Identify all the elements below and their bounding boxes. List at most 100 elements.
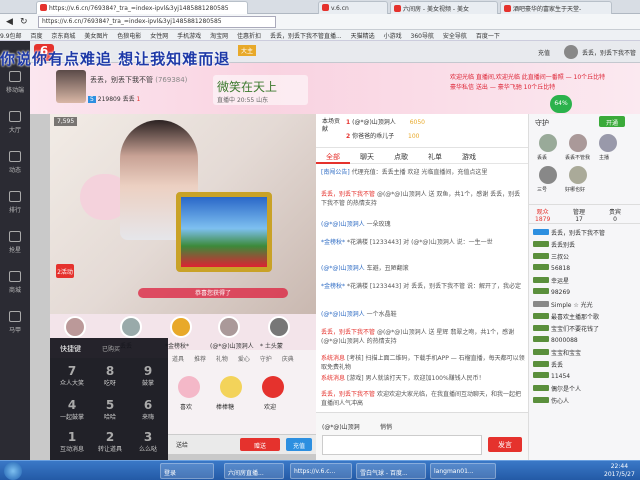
taskbar-item[interactable]: 六间房直播... (224, 463, 284, 479)
chat-input[interactable] (322, 435, 482, 455)
header-link[interactable]: 充值 (538, 48, 550, 57)
host-avatar[interactable] (56, 70, 86, 103)
nav-shop[interactable]: 商城 (0, 265, 30, 305)
open-guard-button[interactable]: 开通 (599, 116, 625, 127)
bookmark-item[interactable]: 淘宝网 (210, 33, 228, 40)
user-avatar[interactable] (564, 45, 578, 59)
audience-row[interactable]: 最喜欢主播那个歌 (533, 312, 637, 322)
lollipop-gift-icon[interactable] (220, 376, 242, 398)
audience-row[interactable]: 伤心人 (533, 396, 637, 406)
nav-star[interactable]: 抢星 (0, 225, 30, 265)
quick-key[interactable]: 9 鼓掌 (134, 364, 162, 394)
tab-admins[interactable]: 管理 17 (573, 207, 585, 223)
audience-row[interactable]: 56818 (533, 264, 637, 274)
chat-target-select[interactable]: (@*@)山顶洞 (322, 422, 360, 431)
taskbar-item[interactable]: 雪白气球 - 百度... (356, 463, 426, 479)
quick-key[interactable]: 1 互动消息 (58, 430, 86, 460)
gift-tab[interactable]: 礼物 (216, 356, 228, 363)
url-input[interactable]: https://v.6.cn/769384?_tra_=index-ipvl&3… (38, 16, 276, 28)
activity-badge[interactable]: 2活动 (56, 264, 74, 278)
nav-rank[interactable]: 排行 (0, 185, 30, 225)
taskbar-item[interactable]: 登录 (160, 463, 214, 479)
bookmark-item[interactable]: 京东商城 (51, 33, 75, 40)
audience-row[interactable]: 11454 (533, 372, 637, 382)
tab-games[interactable]: 游戏 (452, 148, 486, 162)
audience-row[interactable]: 丢丢 (533, 360, 637, 370)
audience-row[interactable]: 丢丢别丢 (533, 240, 637, 250)
welcome-gift-icon[interactable] (262, 376, 284, 398)
bookmark-item[interactable]: 百度一下 (476, 33, 500, 40)
tab-gifts[interactable]: 礼单 (418, 148, 452, 162)
bookmark-item[interactable]: 佳惠折扣 (237, 33, 261, 40)
bookmark-item[interactable]: 美女图片 (84, 33, 108, 40)
send-gift-button[interactable]: 赠送 (240, 438, 280, 451)
avatar[interactable] (64, 316, 86, 338)
nav-vest[interactable]: 马甲 (0, 305, 30, 345)
quick-key[interactable]: 7 众人大笑 (58, 364, 86, 394)
system-clock[interactable]: 22:44 2017/5/27 (604, 463, 635, 479)
quick-key[interactable]: 8 吃呀 (96, 364, 124, 394)
tab-chat[interactable]: 聊天 (350, 148, 384, 162)
avatar[interactable] (569, 166, 587, 184)
audience-row[interactable]: Simple ☆ 光光 (533, 300, 637, 310)
tab-viewers[interactable]: 观众 1879 (535, 207, 550, 223)
nav-mobile[interactable]: 移动端 (0, 65, 30, 105)
quick-key[interactable]: 5 哈哈 (96, 398, 124, 428)
avatar[interactable] (599, 134, 617, 152)
user-name[interactable]: 丢丢，别丢下我不管 (582, 48, 636, 57)
bookmark-item[interactable]: 小游戏 (384, 33, 402, 40)
heart-gift-icon[interactable] (178, 376, 200, 398)
avatar[interactable] (539, 134, 557, 152)
gift-tab[interactable]: 庆典 (282, 356, 294, 363)
taskbar-item[interactable]: langman01... (430, 463, 496, 479)
gift-tab[interactable]: 守护 (260, 356, 272, 363)
nav-feed[interactable]: 动态 (0, 145, 30, 185)
back-icon[interactable]: ◀ (6, 17, 13, 27)
quick-key[interactable]: 4 一起鼓掌 (58, 398, 86, 428)
audience-row[interactable]: 宝宝和宝宝 (533, 348, 637, 358)
tab-chat-all[interactable]: 全部 (316, 148, 350, 164)
bookmark-item[interactable]: 安全导航 (443, 33, 467, 40)
quick-keys-tab[interactable]: 已购买 (102, 344, 120, 353)
gift-tab[interactable]: 道具 (172, 356, 184, 363)
tab-current[interactable]: https://v.6.cn/769384?_tra_=index-ipvl&3… (36, 1, 248, 14)
audience-row[interactable]: 宝宝们不要花钱了 (533, 324, 637, 334)
refresh-icon[interactable]: ↻ (20, 17, 28, 27)
gift-quantity[interactable]: 送给 (176, 440, 188, 449)
gift-tab[interactable]: 爱心 (238, 356, 250, 363)
audience-row[interactable]: 偶尔是个人 (533, 384, 637, 394)
start-icon[interactable] (4, 462, 22, 480)
audience-row[interactable]: 8000088 (533, 336, 637, 346)
quick-key[interactable]: 3 么么哒 (134, 430, 162, 460)
audience-row[interactable]: 幸运星 (533, 276, 637, 286)
avatar[interactable] (539, 166, 557, 184)
avatar[interactable] (569, 134, 587, 152)
rank-row[interactable]: 2 你爸爸的乖儿子 100 (346, 131, 420, 140)
taskbar-item[interactable]: https://v.6.c... (290, 463, 352, 479)
quick-key[interactable]: 6 来嗨 (134, 398, 162, 428)
avatar[interactable] (170, 316, 192, 338)
audience-row[interactable]: 三叔公 (533, 252, 637, 262)
recharge-button[interactable]: 充值 (286, 438, 312, 451)
bookmark-item[interactable]: 色狼电影 (117, 33, 141, 40)
bookmark-item[interactable]: 天猫精选 (351, 33, 375, 40)
bookmark-item[interactable]: 女性网 (150, 33, 168, 40)
bookmark-item[interactable]: 9.9包邮 (0, 33, 22, 40)
private-checkbox[interactable]: 悄悄 (380, 422, 392, 431)
audience-row[interactable]: 丢丢，别丢下我不管 (533, 228, 637, 238)
avatar[interactable] (120, 316, 142, 338)
chat-send-button[interactable]: 发言 (488, 437, 522, 452)
tab-songs[interactable]: 点歌 (384, 148, 418, 162)
tab-vip[interactable]: 贵宾 0 (609, 207, 621, 223)
avatar[interactable] (218, 316, 240, 338)
bookmark-item[interactable]: 百度 (30, 33, 42, 40)
quick-key[interactable]: 2 转让道具 (96, 430, 124, 460)
bookmark-item[interactable]: 手机游戏 (177, 33, 201, 40)
bookmark-item[interactable]: 丢丢，别丢下我不管直播... (270, 33, 342, 40)
tab-six-rooms[interactable]: 六间房 - 美女视频 - 美女 (390, 1, 498, 14)
audience-row[interactable]: 98269 (533, 288, 637, 298)
nav-hall[interactable]: 大厅 (0, 105, 30, 145)
bookmark-item[interactable]: 360导航 (411, 33, 434, 40)
gift-tab[interactable]: 推荐 (194, 356, 206, 363)
rank-row[interactable]: 1 (@*@)山顶洞人 6050 (346, 117, 425, 126)
